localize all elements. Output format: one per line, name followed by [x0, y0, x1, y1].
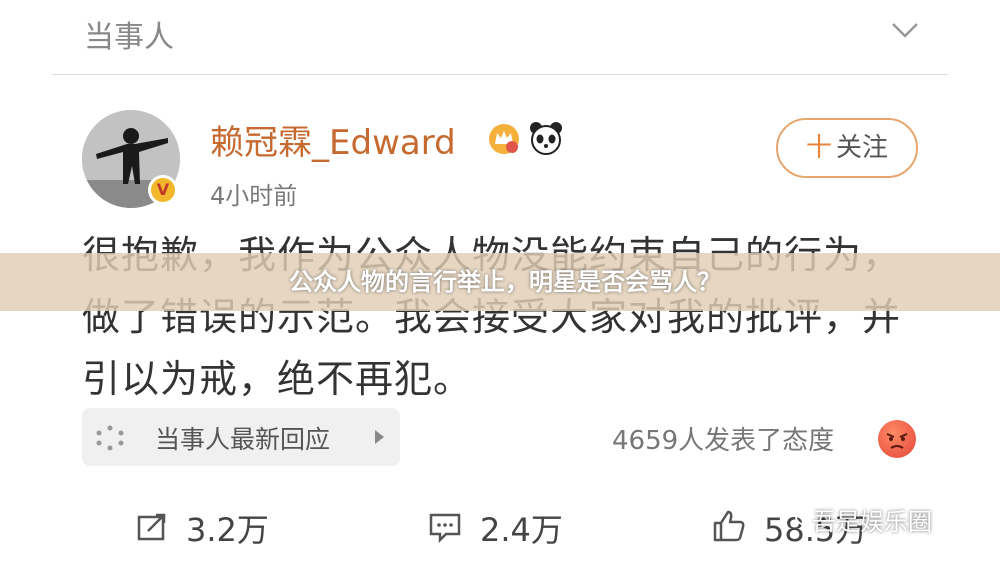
vip-crown-icon	[489, 124, 519, 154]
repost-icon	[137, 513, 166, 541]
follow-label: 关注	[836, 133, 889, 163]
follow-button[interactable]: 十关注	[776, 118, 918, 178]
post-text: 很抱歉，我作为公众人物没能约束自己的行为，做了错误的示范。我会接受大家对我的批评…	[82, 233, 902, 401]
divider	[52, 74, 948, 75]
watermark: 吾是娱乐圈	[812, 508, 932, 536]
angry-face-icon	[878, 420, 916, 458]
repost-count: 3.2万	[186, 511, 269, 549]
latest-response-label: 当事人最新回应	[155, 425, 331, 454]
chevron-down-icon[interactable]	[890, 20, 920, 40]
post-time: 4小时前	[210, 182, 298, 210]
attitude-count: 4659人发表了态度	[612, 426, 835, 456]
header-label: 当事人	[84, 20, 174, 55]
username[interactable]: 赖冠霖_Edward	[210, 115, 456, 164]
comment-count: 2.4万	[480, 511, 563, 549]
verify-badge-icon: V	[148, 175, 178, 205]
like-icon	[713, 510, 745, 542]
arrow-right-icon	[375, 430, 384, 444]
caption-text: 公众人物的言行举止，明星是否会骂人？	[289, 268, 721, 296]
panda-icon	[530, 122, 562, 155]
spark-icon	[96, 425, 124, 451]
comment-icon	[429, 513, 461, 543]
plus-icon: 十	[805, 133, 832, 163]
